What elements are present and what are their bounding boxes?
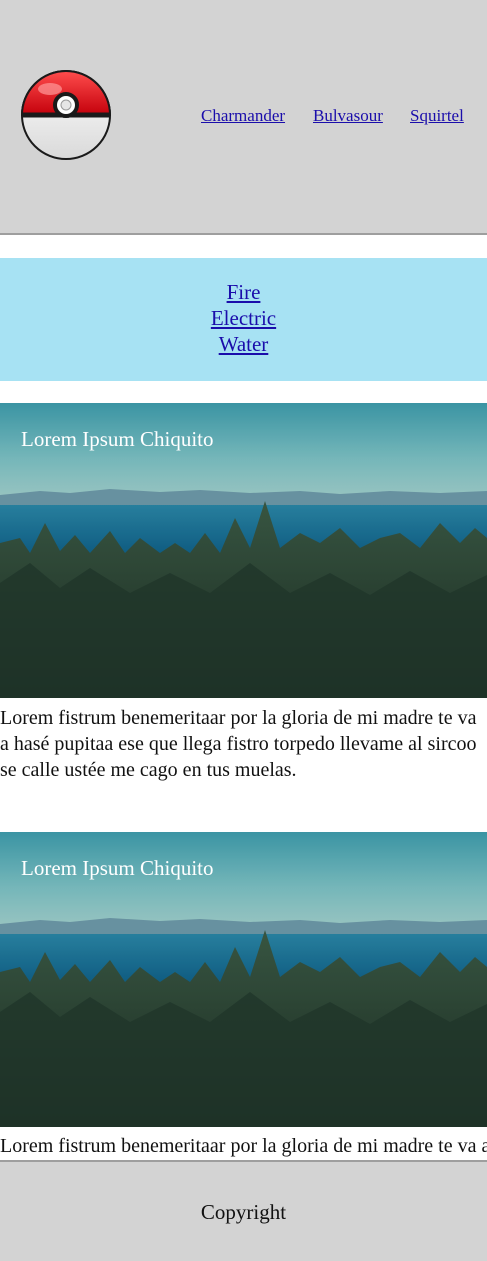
- article-text: Lorem fistrum benemeritaar por la gloria…: [0, 707, 477, 781]
- category-item: Fire: [0, 279, 487, 305]
- nav-link-squirtel[interactable]: Squirtel: [410, 106, 464, 126]
- article-image: Lorem Ipsum Chiquito: [0, 403, 487, 698]
- category-item: Electric: [0, 305, 487, 331]
- category-link-electric[interactable]: Electric: [211, 306, 276, 330]
- article-text: Lorem fistrum benemeritaar por la gloria…: [0, 1135, 487, 1157]
- category-link-fire[interactable]: Fire: [227, 280, 261, 304]
- category-list: Fire Electric Water: [0, 279, 487, 357]
- nav-link-bulvasour[interactable]: Bulvasour: [313, 106, 383, 126]
- site-header: Charmander Bulvasour Squirtel: [0, 0, 487, 235]
- image-caption: Lorem Ipsum Chiquito: [21, 427, 214, 451]
- nav-link-charmander[interactable]: Charmander: [201, 106, 285, 126]
- article-image: Lorem Ipsum Chiquito: [0, 832, 487, 1127]
- site-footer: Copyright: [0, 1160, 487, 1261]
- category-item: Water: [0, 331, 487, 357]
- copyright-text: Copyright: [200, 1200, 287, 1224]
- category-band: Fire Electric Water: [0, 258, 487, 381]
- image-caption: Lorem Ipsum Chiquito: [21, 856, 214, 880]
- top-nav: Charmander Bulvasour Squirtel: [0, 106, 487, 128]
- category-link-water[interactable]: Water: [219, 332, 269, 356]
